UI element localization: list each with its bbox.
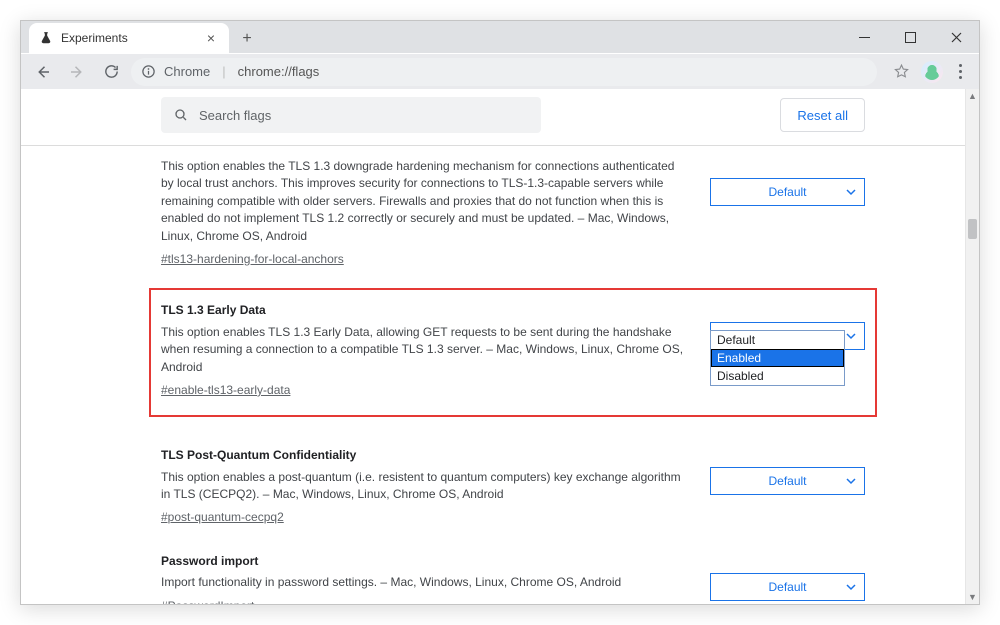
scroll-up-arrow-icon[interactable]: ▲ (966, 89, 979, 103)
flag-anchor-link[interactable]: #PasswordImport (161, 598, 254, 604)
title-bar: Experiments × + (21, 21, 979, 53)
search-flags-input[interactable]: Search flags (161, 97, 541, 133)
omnibox[interactable]: Chrome | chrome://flags (131, 58, 877, 86)
chevron-down-icon (846, 187, 856, 197)
nav-toolbar: Chrome | chrome://flags (21, 53, 979, 89)
close-icon[interactable]: × (203, 30, 219, 46)
flag-title: Password import (161, 553, 690, 570)
reload-button[interactable] (97, 58, 125, 86)
close-button[interactable] (933, 21, 979, 53)
flag-desc: This option enables a post-quantum (i.e.… (161, 469, 690, 504)
flag-title: TLS 1.3 Early Data (161, 302, 690, 319)
vertical-scrollbar[interactable]: ▲ ▼ (965, 89, 979, 604)
flag-title: TLS Post-Quantum Confidentiality (161, 447, 690, 464)
chevron-down-icon (846, 582, 856, 592)
new-tab-button[interactable]: + (235, 25, 259, 53)
flag-select-dropdown: Default Enabled Disabled (710, 330, 845, 386)
browser-window: Experiments × + (20, 20, 980, 605)
flag-row: TLS Post-Quantum Confidentiality This op… (161, 435, 865, 541)
site-info-icon[interactable] (141, 64, 156, 79)
maximize-button[interactable] (887, 21, 933, 53)
browser-tab[interactable]: Experiments × (29, 23, 229, 53)
omnibox-separator: | (218, 64, 229, 79)
flag-anchor-link[interactable]: #enable-tls13-early-data (161, 382, 290, 399)
dropdown-option[interactable]: Disabled (711, 367, 844, 385)
tab-title: Experiments (61, 31, 195, 45)
flag-desc: This option enables TLS 1.3 Early Data, … (161, 324, 690, 376)
flag-row: This option enables the TLS 1.3 downgrad… (161, 146, 865, 282)
profile-avatar[interactable] (921, 61, 943, 83)
flag-desc: This option enables the TLS 1.3 downgrad… (161, 158, 690, 245)
omnibox-host: Chrome (164, 64, 210, 79)
flag-desc: Import functionality in password setting… (161, 574, 690, 591)
forward-button[interactable] (63, 58, 91, 86)
dropdown-option[interactable]: Default (711, 331, 844, 349)
dropdown-option-selected[interactable]: Enabled (711, 349, 844, 367)
back-button[interactable] (29, 58, 57, 86)
flag-select[interactable]: Default (710, 178, 865, 206)
window-controls (841, 21, 979, 53)
flag-anchor-link[interactable]: #post-quantum-cecpq2 (161, 509, 284, 526)
bookmark-star-icon[interactable] (887, 58, 915, 86)
kebab-menu-icon[interactable] (949, 64, 971, 79)
scrollbar-thumb[interactable] (968, 219, 977, 239)
search-icon (173, 107, 189, 123)
flags-header: Search flags Reset all (21, 89, 965, 145)
flag-anchor-link[interactable]: #tls13-hardening-for-local-anchors (161, 251, 344, 268)
chevron-down-icon (846, 331, 856, 341)
search-placeholder: Search flags (199, 108, 271, 123)
minimize-button[interactable] (841, 21, 887, 53)
flag-select[interactable]: Default (710, 467, 865, 495)
scroll-down-arrow-icon[interactable]: ▼ (966, 590, 979, 604)
omnibox-path: chrome://flags (238, 64, 320, 79)
flask-icon (39, 31, 53, 45)
flag-row: Password import Import functionality in … (161, 541, 865, 604)
reset-all-button[interactable]: Reset all (780, 98, 865, 132)
chevron-down-icon (846, 476, 856, 486)
flags-list: This option enables the TLS 1.3 downgrad… (21, 146, 965, 604)
flag-row-highlighted: TLS 1.3 Early Data This option enables T… (149, 288, 877, 417)
flag-select[interactable]: Default (710, 573, 865, 601)
page-content: Search flags Reset all This option enabl… (21, 89, 979, 604)
